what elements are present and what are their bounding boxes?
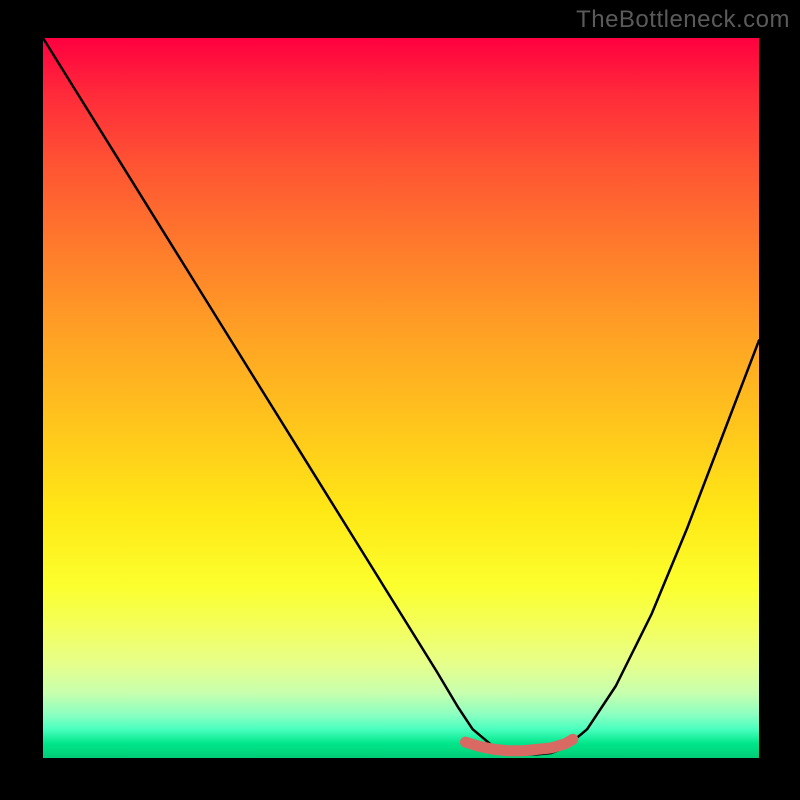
chart-svg — [43, 38, 759, 758]
chart-container: TheBottleneck.com — [0, 0, 800, 800]
watermark-label: TheBottleneck.com — [576, 6, 790, 34]
valley-marker-line — [465, 739, 572, 751]
curve-line — [43, 38, 759, 754]
plot-area — [43, 38, 759, 758]
